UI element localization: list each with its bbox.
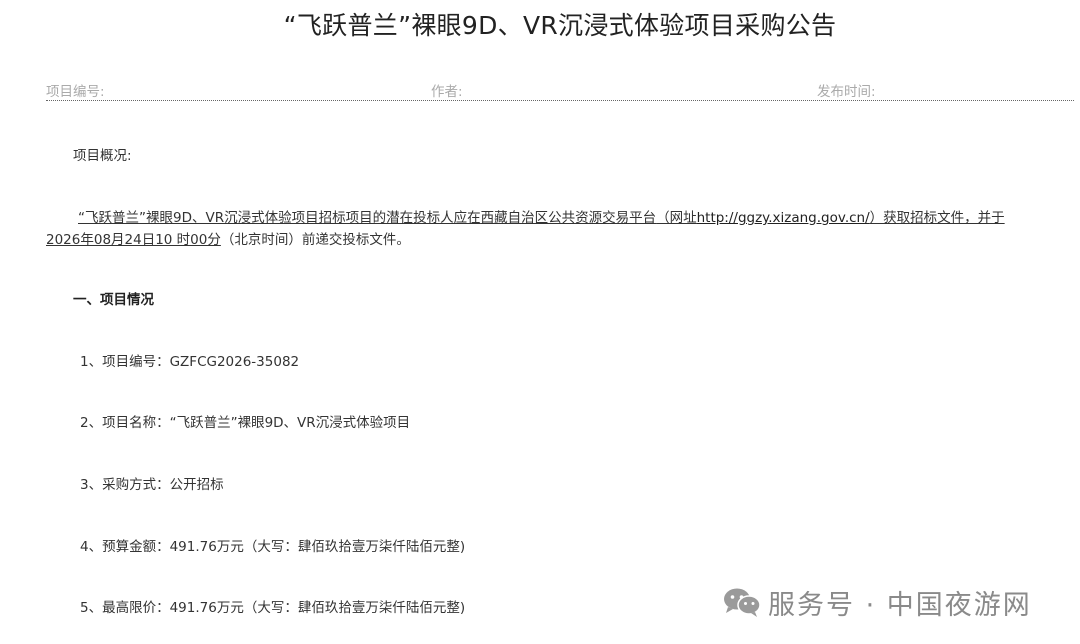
intro-project-text: “飞跃普兰”裸眼9D、VR沉浸式体验项目招标项目的潜在投标人应在 <box>78 210 481 226</box>
item-project-name: 2、项目名称：“飞跃普兰”裸眼9D、VR沉浸式体验项目 <box>80 415 411 431</box>
intro-url-prefix: （网址 <box>656 210 697 226</box>
item-budget: 4、预算金额：491.76万元（大写：肆佰玖拾壹万柒仟陆佰元整) <box>80 539 466 555</box>
intro-line-1: “飞跃普兰”裸眼9D、VR沉浸式体验项目招标项目的潜在投标人应在西藏自治区公共资… <box>78 206 1005 226</box>
page-title: “飞跃普兰”裸眼9D、VR沉浸式体验项目采购公告 <box>283 11 837 40</box>
overview-label: 项目概况: <box>73 148 132 164</box>
deadline-text: 2026年08月24日10 时00分 <box>46 232 221 248</box>
project-number-label: 项目编号: <box>46 84 105 100</box>
publish-time-label: 发布时间: <box>817 84 876 100</box>
intro-url-suffix: ）获取招标文件，并于 <box>869 210 1005 226</box>
intro-line-2: 2026年08月24日10 时00分（北京时间）前递交投标文件。 <box>46 228 410 248</box>
item-procurement-method: 3、采购方式：公开招标 <box>80 477 224 493</box>
section-1-heading: 一、项目情况 <box>73 292 154 308</box>
url-link[interactable]: http://ggzy.xizang.gov.cn/ <box>697 210 870 226</box>
intro-tail-text: （北京时间）前递交投标文件。 <box>220 232 410 248</box>
author-label: 作者: <box>431 84 463 100</box>
meta-row: 项目编号: 作者: 发布时间: <box>46 80 1074 101</box>
watermark-text: 服务号 · 中国夜游网 <box>768 589 1032 621</box>
wechat-icon <box>724 588 761 617</box>
watermark: 服务号 · 中国夜游网 <box>722 582 1032 622</box>
item-max-price: 5、最高限价：491.76万元（大写：肆佰玖拾壹万柒仟陆佰元整) <box>80 600 466 616</box>
platform-link[interactable]: 西藏自治区公共资源交易平台 <box>481 210 657 226</box>
item-project-number: 1、项目编号：GZFCG2026-35082 <box>80 354 300 370</box>
